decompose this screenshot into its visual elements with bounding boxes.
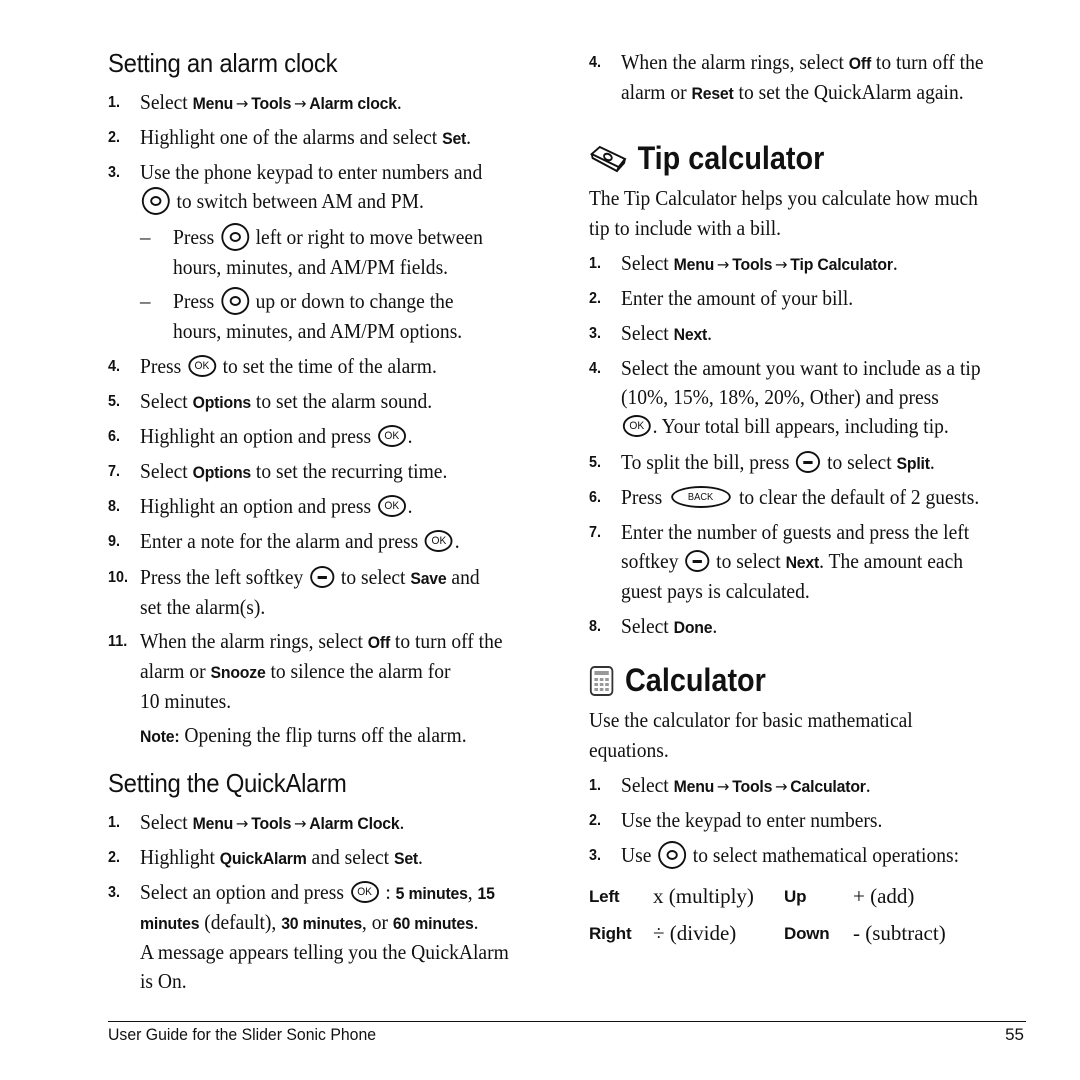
alarm-step-4: 4. Press OK to set the time of the alarm… <box>108 354 437 378</box>
back-key-icon: BACK <box>670 486 731 509</box>
ok-key-icon: OK <box>377 495 406 518</box>
operations-table: Left x (multiply) Up + (add) Right ÷ (di… <box>589 878 1029 952</box>
tip-step-1: 1. Select Menu → Tools → Tip Calculator. <box>589 251 898 275</box>
quickalarm-step-3: 3. Select an option and press OK : 5 min… <box>108 880 509 993</box>
calc-step-1: 1. Select Menu → Tools → Calculator. <box>589 773 871 797</box>
page-number: 55 <box>1005 1025 1024 1044</box>
tip-intro-line-2: tip to include with a bill. <box>589 216 782 240</box>
money-bill-icon <box>589 145 627 172</box>
navigation-key-icon <box>141 187 170 216</box>
softkey-icon <box>310 566 335 589</box>
section-heading-alarm-clock: Setting an alarm clock <box>108 48 338 78</box>
alarm-step-10: 10. Press the left softkey to select Sav… <box>108 565 480 619</box>
alarm-substep-left-right: – Press left or right to move between ho… <box>140 223 483 280</box>
ok-key-icon: OK <box>424 530 453 553</box>
operations-row: Left x (multiply) Up + (add) <box>589 884 915 908</box>
ok-key-icon: OK <box>622 415 651 438</box>
alarm-step-7: 7. Select Options to set the recurring t… <box>108 459 448 483</box>
footer-title: User Guide for the Slider Sonic Phone <box>108 1025 377 1044</box>
calc-step-2: 2. Use the keypad to enter numbers. <box>589 808 883 832</box>
ok-key-icon: OK <box>377 425 406 448</box>
tip-step-6: 6. Press BACK to clear the default of 2 … <box>589 485 980 509</box>
quickalarm-step-4: 4. When the alarm rings, select Off to t… <box>589 50 984 104</box>
quickalarm-step-2: 2. Highlight QuickAlarm and select Set. <box>108 845 423 869</box>
tip-step-7: 7. Enter the number of guests and press … <box>589 520 970 603</box>
tip-step-3: 3. Select Next. <box>589 321 713 345</box>
tip-step-2: 2. Enter the amount of your bill. <box>589 286 854 310</box>
tip-intro-line-1: The Tip Calculator helps you calculate h… <box>589 186 978 210</box>
softkey-icon <box>796 451 821 474</box>
alarm-step-6: 6. Highlight an option and press OK. <box>108 424 413 448</box>
note: Note: Opening the flip turns off the ala… <box>140 723 467 747</box>
section-heading-calculator: Calculator <box>589 662 766 699</box>
softkey-icon <box>685 550 710 573</box>
section-heading-quickalarm: Setting the QuickAlarm <box>108 768 347 798</box>
calculator-icon <box>589 665 614 696</box>
navigation-key-icon <box>220 223 249 252</box>
alarm-step-1: 1. Select Menu → Tools → Alarm clock. <box>108 90 402 114</box>
navigation-key-icon <box>658 841 687 870</box>
alarm-step-5: 5. Select Options to set the alarm sound… <box>108 389 433 413</box>
calc-step-3: 3. Use to select mathematical operations… <box>589 841 1029 871</box>
alarm-step-2: 2. Highlight one of the alarms and selec… <box>108 125 472 149</box>
alarm-step-8: 8. Highlight an option and press OK. <box>108 494 413 518</box>
alarm-step-3: 3. Use the phone keypad to enter numbers… <box>108 158 548 217</box>
footer-divider <box>108 1021 1026 1022</box>
tip-step-5: 5. To split the bill, press to select Sp… <box>589 450 935 474</box>
alarm-substep-up-down: – Press up or down to change the hours, … <box>140 287 463 344</box>
section-heading-tip-calculator: Tip calculator <box>589 140 824 177</box>
ok-key-icon: OK <box>187 355 216 378</box>
calc-intro-line-1: Use the calculator for basic mathematica… <box>589 708 913 732</box>
alarm-step-11: 11. When the alarm rings, select Off to … <box>108 629 503 713</box>
navigation-key-icon <box>220 287 249 316</box>
alarm-step-9: 9. Enter a note for the alarm and press … <box>108 529 460 553</box>
tip-step-4: 4. Select the amount you want to include… <box>589 356 981 438</box>
ok-key-icon: OK <box>350 881 379 904</box>
tip-step-8: 8. Select Done. <box>589 614 718 638</box>
operations-row: Right ÷ (divide) Down - (subtract) <box>589 921 946 945</box>
quickalarm-step-1: 1. Select Menu → Tools → Alarm Clock. <box>108 810 405 834</box>
calc-intro-line-2: equations. <box>589 738 669 762</box>
